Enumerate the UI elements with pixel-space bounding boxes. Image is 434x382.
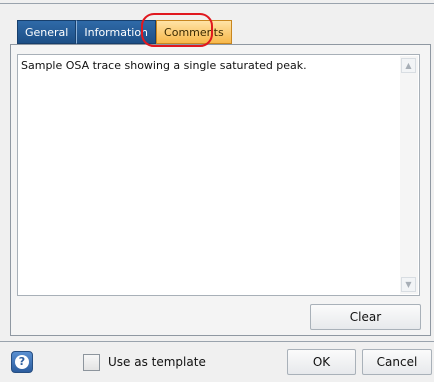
tab-strip: General Information Comments: [17, 20, 232, 44]
comments-text: Sample OSA trace showing a single satura…: [21, 59, 307, 72]
chevron-up-icon[interactable]: ▲: [401, 58, 416, 73]
top-border: [0, 3, 434, 4]
cancel-button[interactable]: Cancel: [362, 349, 432, 375]
comments-textarea[interactable]: Sample OSA trace showing a single satura…: [17, 54, 420, 296]
dialog-window: General Information Comments Sample OSA …: [0, 0, 434, 382]
vertical-scrollbar[interactable]: ▲ ▼: [400, 56, 418, 294]
ok-button[interactable]: OK: [287, 349, 356, 375]
help-button[interactable]: ?: [11, 351, 33, 373]
tab-comments[interactable]: Comments: [156, 20, 232, 44]
tab-information[interactable]: Information: [76, 20, 157, 44]
clear-button[interactable]: Clear: [310, 304, 421, 330]
use-as-template-checkbox[interactable]: [83, 354, 100, 371]
tab-general[interactable]: General: [17, 20, 77, 44]
help-icon: ?: [15, 355, 29, 369]
footer-divider: [0, 341, 434, 342]
chevron-down-icon[interactable]: ▼: [401, 277, 416, 292]
use-as-template-label: Use as template: [108, 355, 206, 369]
